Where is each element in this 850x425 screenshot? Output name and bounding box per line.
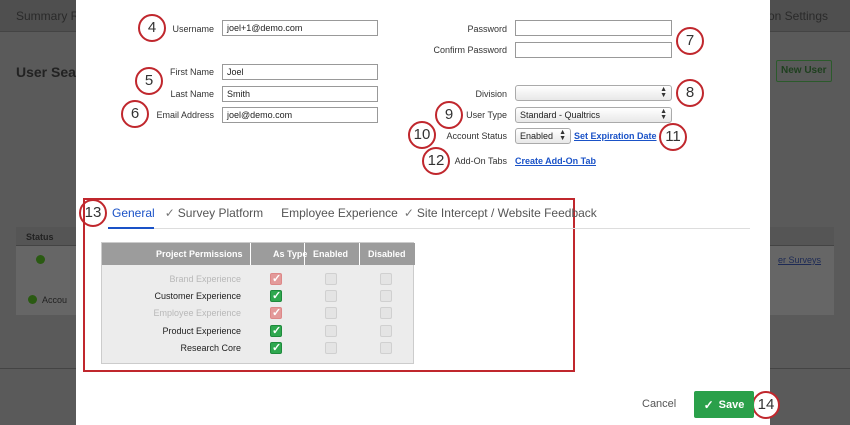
- background-tab-summary: Summary R: [16, 9, 80, 23]
- enabled-checkbox[interactable]: [325, 325, 337, 337]
- tab-employee-experience[interactable]: Employee Experience: [281, 206, 398, 220]
- as-type-checkbox[interactable]: [270, 272, 282, 285]
- confirm-password-input[interactable]: [515, 42, 672, 58]
- email-label: Email Address: [156, 110, 214, 120]
- username-label: Username: [172, 24, 214, 34]
- background-tab-settings: on Settings: [767, 9, 828, 23]
- project-permissions-table: Project Permissions As Type Enabled Disa…: [101, 242, 415, 364]
- account-status-select[interactable]: Enabled ▲ ▼: [515, 128, 571, 144]
- select-arrows-icon: ▲ ▼: [559, 129, 566, 142]
- table-row: Customer Experience: [102, 288, 415, 305]
- password-input[interactable]: [515, 20, 672, 36]
- select-arrows-icon: ▲ ▼: [660, 86, 667, 99]
- addon-tabs-label: Add-On Tabs: [454, 156, 507, 166]
- permissions-table-header: Project Permissions As Type Enabled Disa…: [102, 243, 415, 265]
- first-name-input[interactable]: Joel: [222, 64, 378, 80]
- background-status-header: Status: [26, 232, 54, 242]
- permission-name: Brand Experience: [169, 274, 241, 284]
- user-type-select[interactable]: Standard - Qualtrics ▲ ▼: [515, 107, 672, 123]
- tab-general[interactable]: General: [112, 206, 155, 220]
- table-row: Product Experience: [102, 323, 415, 340]
- enabled-checkbox[interactable]: [325, 342, 337, 354]
- table-row: Brand Experience: [102, 271, 415, 288]
- create-addon-tab-link[interactable]: Create Add-On Tab: [515, 156, 596, 166]
- as-type-checkbox[interactable]: [270, 289, 282, 302]
- disabled-checkbox[interactable]: [380, 307, 392, 319]
- enabled-checkbox[interactable]: [325, 290, 337, 302]
- callout-5: 5: [135, 67, 163, 95]
- select-arrows-icon: ▲ ▼: [660, 108, 667, 121]
- as-type-checkbox[interactable]: [270, 306, 282, 319]
- tab-survey-platform-label: Survey Platform: [177, 206, 264, 220]
- account-status-select-value: Enabled: [520, 131, 554, 141]
- email-input[interactable]: joel@demo.com: [222, 107, 378, 123]
- first-name-label: First Name: [169, 67, 214, 77]
- enabled-checkbox[interactable]: [325, 273, 337, 285]
- tab-general-label: General: [112, 206, 155, 220]
- active-tab-indicator: [108, 227, 154, 229]
- disabled-checkbox[interactable]: [380, 290, 392, 302]
- background-account-text: Accou: [42, 295, 68, 305]
- permission-name: Customer Experience: [154, 291, 241, 301]
- last-name-input[interactable]: Smith: [222, 86, 378, 102]
- callout-6: 6: [121, 100, 149, 128]
- check-icon: ✓: [403, 206, 414, 220]
- as-type-checkbox[interactable]: [270, 341, 282, 354]
- callout-12: 12: [422, 147, 450, 175]
- table-row: Research Core: [102, 340, 415, 357]
- tab-survey-platform[interactable]: ✓ Survey Platform: [165, 206, 263, 220]
- background-page-title: User Sea: [16, 64, 76, 80]
- save-button[interactable]: ✓ Save: [694, 391, 754, 418]
- division-select[interactable]: ▲ ▼: [515, 85, 672, 101]
- tab-employee-experience-label: Employee Experience: [281, 206, 398, 220]
- background-new-user-button: New User: [776, 60, 832, 82]
- as-type-checkbox[interactable]: [270, 324, 282, 337]
- permission-tabs: General ✓ Survey Platform Employee Experi…: [112, 206, 603, 220]
- division-label: Division: [475, 89, 507, 99]
- header-separator: [250, 243, 251, 265]
- header-separator: [304, 243, 305, 265]
- user-type-select-value: Standard - Qualtrics: [520, 110, 601, 120]
- user-type-label: User Type: [466, 110, 507, 120]
- tab-site-intercept-label: Site Intercept / Website Feedback: [416, 206, 597, 220]
- confirm-password-label: Confirm Password: [433, 45, 507, 55]
- header-separator: [359, 243, 360, 265]
- header-project-permissions: Project Permissions: [156, 249, 243, 259]
- callout-7: 7: [676, 27, 704, 55]
- last-name-label: Last Name: [170, 89, 214, 99]
- enabled-checkbox[interactable]: [325, 307, 337, 319]
- cancel-button[interactable]: Cancel: [642, 398, 676, 410]
- permission-name: Research Core: [180, 343, 241, 353]
- callout-10: 10: [408, 121, 436, 149]
- header-as-type: As Type: [273, 249, 308, 259]
- account-status-label: Account Status: [446, 131, 507, 141]
- background-status-dot: [36, 255, 45, 264]
- save-button-label: Save: [718, 398, 745, 411]
- callout-11: 11: [659, 123, 687, 151]
- header-enabled: Enabled: [313, 249, 349, 259]
- table-row: Employee Experience: [102, 305, 415, 322]
- callout-14: 14: [752, 391, 780, 419]
- disabled-checkbox[interactable]: [380, 273, 392, 285]
- background-surveys-link: er Surveys: [778, 255, 822, 265]
- callout-9: 9: [435, 101, 463, 129]
- tabs-divider: [108, 228, 750, 229]
- callout-8: 8: [676, 79, 704, 107]
- disabled-checkbox[interactable]: [380, 325, 392, 337]
- password-label: Password: [467, 24, 507, 34]
- permission-name: Employee Experience: [153, 308, 241, 318]
- disabled-checkbox[interactable]: [380, 342, 392, 354]
- set-expiration-date-link[interactable]: Set Expiration Date: [574, 131, 657, 141]
- tab-site-intercept[interactable]: ✓ Site Intercept / Website Feedback: [404, 206, 597, 220]
- header-disabled: Disabled: [368, 249, 406, 259]
- callout-4: 4: [138, 14, 166, 42]
- check-icon: ✓: [164, 206, 175, 220]
- background-status-dot: [28, 295, 37, 304]
- username-input[interactable]: joel+1@demo.com: [222, 20, 378, 36]
- check-icon: ✓: [703, 397, 714, 412]
- permission-name: Product Experience: [162, 326, 241, 336]
